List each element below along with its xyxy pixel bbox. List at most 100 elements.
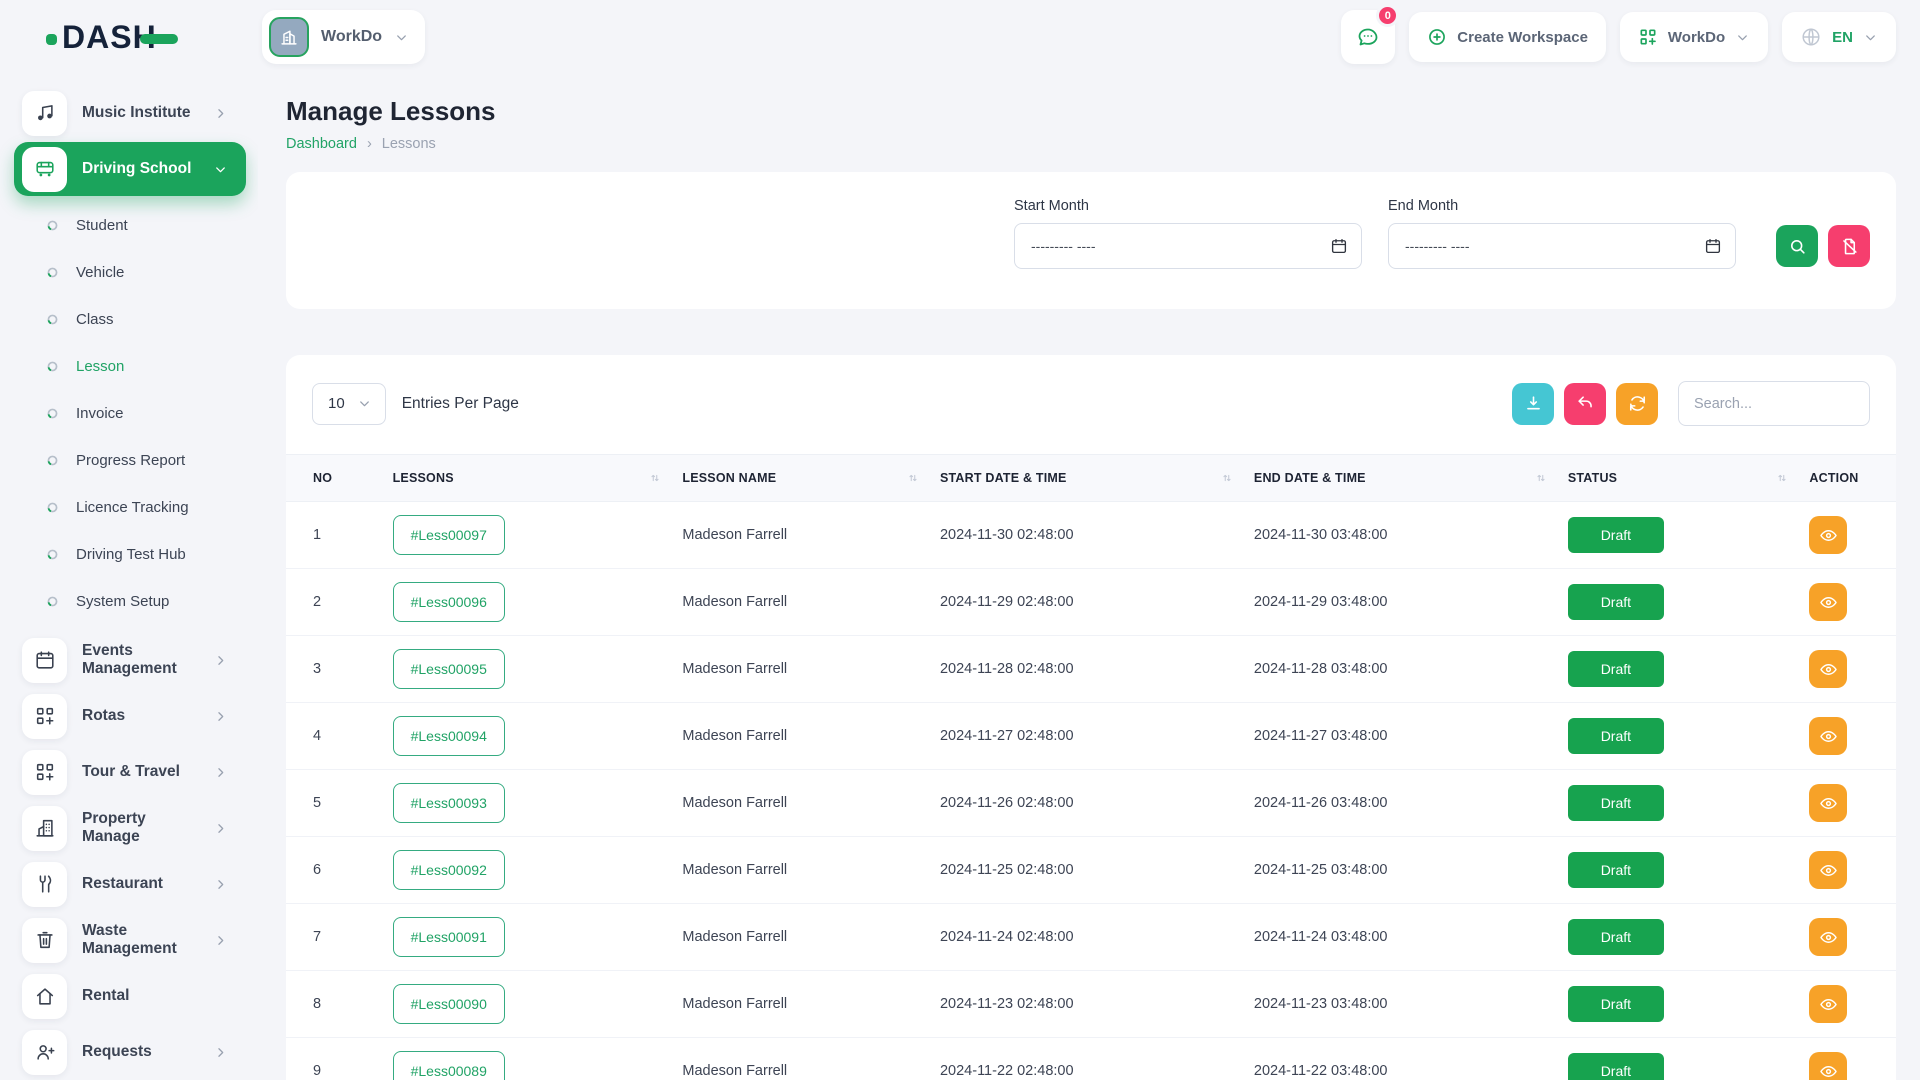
messages-button[interactable]: 0 (1341, 10, 1395, 64)
cell-lesson-name: Madeson Farrell (672, 904, 930, 971)
sidebar-item-music-institute[interactable]: Music Institute (14, 86, 246, 140)
chevron-right-icon (213, 877, 228, 892)
sidebar-item-licence-tracking[interactable]: Licence Tracking (0, 484, 258, 531)
lesson-code-link[interactable]: #Less00090 (393, 984, 505, 1024)
language-label: EN (1832, 29, 1853, 46)
ring-icon (46, 595, 59, 608)
view-button[interactable] (1809, 717, 1847, 755)
sort-icon (906, 471, 920, 485)
workspace-switcher[interactable]: WorkDo (262, 10, 425, 64)
sidebar-item-student[interactable]: Student (0, 202, 258, 249)
start-month-input[interactable]: --------- ---- (1014, 223, 1362, 269)
view-button[interactable] (1809, 516, 1847, 554)
column-header-label: ACTION (1809, 471, 1858, 485)
lesson-code-link[interactable]: #Less00092 (393, 850, 505, 890)
sidebar-item-driving-test-hub[interactable]: Driving Test Hub (0, 531, 258, 578)
language-selector[interactable]: EN (1782, 12, 1896, 62)
sidebar-subitem-label: Lesson (76, 358, 124, 375)
lesson-code-link[interactable]: #Less00093 (393, 783, 505, 823)
column-header-label: STATUS (1568, 471, 1617, 485)
view-button[interactable] (1809, 985, 1847, 1023)
cell-start-date: 2024-11-26 02:48:00 (930, 770, 1244, 837)
eye-icon (1819, 526, 1838, 545)
view-button[interactable] (1809, 918, 1847, 956)
sidebar-item-progress-report[interactable]: Progress Report (0, 437, 258, 484)
view-button[interactable] (1809, 851, 1847, 889)
breadcrumb-dashboard-link[interactable]: Dashboard (286, 136, 357, 152)
lesson-code-link[interactable]: #Less00096 (393, 582, 505, 622)
topbar: DASH WorkDo 0 Create Workspace WorkDo (0, 0, 1920, 74)
plus-circle-icon (1427, 27, 1447, 47)
sidebar-item-vehicle[interactable]: Vehicle (0, 249, 258, 296)
view-button[interactable] (1809, 583, 1847, 621)
sidebar-item-class[interactable]: Class (0, 296, 258, 343)
sidebar-item-waste-management[interactable]: Waste Management (14, 913, 246, 967)
sidebar-item-events-management[interactable]: Events Management (14, 633, 246, 687)
status-badge: Draft (1568, 718, 1664, 754)
column-header-label: LESSON NAME (682, 471, 776, 485)
home-icon (22, 974, 67, 1019)
sidebar-item-invoice[interactable]: Invoice (0, 390, 258, 437)
workspace-switcher-label: WorkDo (321, 28, 382, 46)
create-workspace-button[interactable]: Create Workspace (1409, 12, 1606, 62)
workspace-menu-button[interactable]: WorkDo (1620, 12, 1768, 62)
cell-end-date: 2024-11-25 03:48:00 (1244, 837, 1558, 904)
lesson-code-link[interactable]: #Less00095 (393, 649, 505, 689)
cell-end-date: 2024-11-24 03:48:00 (1244, 904, 1558, 971)
column-header-status[interactable]: STATUS (1558, 455, 1800, 502)
column-header-lessons[interactable]: LESSONS (383, 455, 673, 502)
status-badge: Draft (1568, 584, 1664, 620)
cell-lesson-name: Madeson Farrell (672, 971, 930, 1038)
view-button[interactable] (1809, 784, 1847, 822)
sidebar-item-rental[interactable]: Rental (14, 969, 246, 1023)
sidebar-item-driving-school[interactable]: Driving School (14, 142, 246, 196)
sidebar-item-requests[interactable]: Requests (14, 1025, 246, 1079)
logo-dot-icon (46, 34, 57, 45)
search-icon (1788, 237, 1807, 256)
view-button[interactable] (1809, 1052, 1847, 1080)
lessons-table-body: 1#Less00097Madeson Farrell2024-11-30 02:… (286, 502, 1896, 1080)
column-header-end-date-time[interactable]: END DATE & TIME (1244, 455, 1558, 502)
start-month-value: --------- ---- (1031, 238, 1096, 254)
end-month-input[interactable]: --------- ---- (1388, 223, 1736, 269)
breadcrumb: Dashboard › Lessons (286, 136, 1896, 152)
refresh-icon (1628, 394, 1647, 413)
sidebar-item-label: Driving School (82, 160, 198, 178)
lesson-code-link[interactable]: #Less00089 (393, 1051, 505, 1080)
user-plus-icon (22, 1030, 67, 1075)
chevron-right-icon (213, 653, 228, 668)
status-badge: Draft (1568, 651, 1664, 687)
column-header-lesson-name[interactable]: LESSON NAME (672, 455, 930, 502)
brand-logo[interactable]: DASH (46, 19, 236, 56)
ring-icon (46, 548, 59, 561)
sidebar-item-label: Restaurant (82, 875, 198, 893)
cell-no: 3 (286, 636, 383, 703)
entries-per-page-select[interactable]: 10 (312, 383, 386, 425)
lesson-code-link[interactable]: #Less00094 (393, 716, 505, 756)
undo-button[interactable] (1564, 383, 1606, 425)
refresh-button[interactable] (1616, 383, 1658, 425)
cell-start-date: 2024-11-24 02:48:00 (930, 904, 1244, 971)
view-button[interactable] (1809, 650, 1847, 688)
column-header-start-date-time[interactable]: START DATE & TIME (930, 455, 1244, 502)
sidebar-item-tour-travel[interactable]: Tour & Travel (14, 745, 246, 799)
sidebar-item-property-manage[interactable]: Property Manage (14, 801, 246, 855)
filter-clear-button[interactable] (1828, 225, 1870, 267)
filter-search-button[interactable] (1776, 225, 1818, 267)
ring-icon (46, 454, 59, 467)
sidebar-item-restaurant[interactable]: Restaurant (14, 857, 246, 911)
sidebar-item-lesson[interactable]: Lesson (0, 343, 258, 390)
start-month-label: Start Month (1014, 198, 1362, 214)
lessons-table: NOLESSONSLESSON NAMESTART DATE & TIMEEND… (286, 454, 1896, 1080)
table-search-input[interactable] (1678, 381, 1870, 426)
sidebar-item-rotas[interactable]: Rotas (14, 689, 246, 743)
export-button[interactable] (1512, 383, 1554, 425)
grid-plus-icon (1638, 27, 1658, 47)
undo-icon (1576, 394, 1595, 413)
lesson-code-link[interactable]: #Less00097 (393, 515, 505, 555)
filter-buttons (1776, 225, 1870, 269)
lesson-code-link[interactable]: #Less00091 (393, 917, 505, 957)
entries-per-page-value: 10 (328, 395, 345, 412)
breadcrumb-separator: › (367, 136, 372, 152)
sidebar-item-system-setup[interactable]: System Setup (0, 578, 258, 625)
